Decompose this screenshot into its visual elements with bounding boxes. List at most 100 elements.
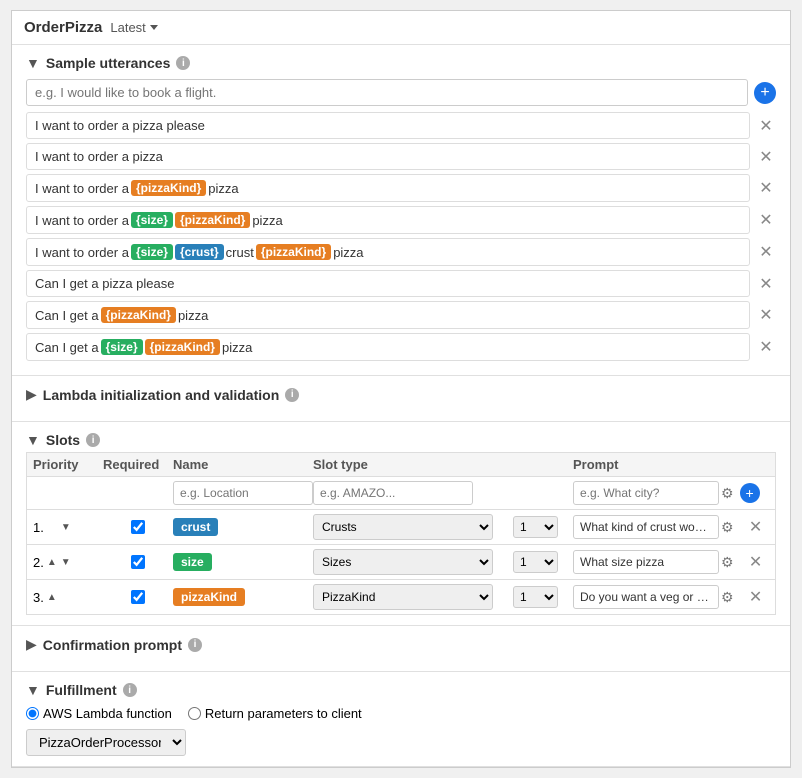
version-cell: 1 [513,586,573,608]
remove-utterance-button[interactable]: ✕ [756,305,776,325]
remove-utterance-button[interactable]: ✕ [756,116,776,136]
required-col-header: Required [103,457,173,472]
remove-utterance-button[interactable]: ✕ [756,210,776,230]
prompt-cell: What kind of crust would you [573,515,719,539]
slots-toggle: ▼ [26,432,40,448]
row-settings-button[interactable]: ⚙ [719,552,736,573]
header: OrderPizza Latest [12,11,790,45]
utterances-list: I want to order a pizza please✕ I want to… [26,112,776,361]
fulfillment-header[interactable]: ▼ Fulfillment i [26,682,776,698]
slot-row: 3.▲ pizzaKindPizzaKind 1 Do you want a veg … [26,580,776,615]
slot-type-cell: Crusts [313,514,513,540]
name-cell: pizzaKind [173,588,313,606]
row-actions: ⚙✕ [719,587,769,608]
name-cell: crust [173,518,313,536]
version-select[interactable]: 1 [513,586,558,608]
slot-type-select[interactable]: Sizes [313,549,493,575]
version-cell: 1 [513,551,573,573]
remove-utterance-button[interactable]: ✕ [756,337,776,357]
priority-col-header: Priority [33,457,103,472]
add-slot-button[interactable]: + [740,483,760,503]
return-option[interactable]: Return parameters to client [188,706,362,721]
row-settings-button[interactable]: ⚙ [719,587,736,608]
row-settings-button[interactable]: ⚙ [719,517,736,538]
lambda-info-icon: i [285,388,299,402]
priority-number: 3. [33,590,44,605]
slot-type-select[interactable]: PizzaKind [313,584,493,610]
utterance-row: Can I get a {size} {pizzaKind} pizza ✕ [26,333,776,361]
row-actions: ⚙✕ [719,517,769,538]
version-select[interactable]: 1 [513,551,558,573]
name-cell: size [173,553,313,571]
slot-tag-pizzaKind: {pizzaKind} [256,244,331,260]
slot-tag-pizzaKind: {pizzaKind} [175,212,250,228]
required-cell [103,520,173,534]
slot-row: 2.▲▼ sizeSizes 1 What size pizza⚙ ✕ [26,545,776,580]
move-up-button[interactable]: ▲ [46,591,58,604]
slot-type-cell: PizzaKind [313,584,513,610]
sample-utterances-header[interactable]: ▼ Sample utterances i [26,55,776,71]
priority-number: 2. [33,555,44,570]
utterance-text: I want to order a {size} {crust} crust {… [26,238,750,266]
fulfillment-info-icon: i [123,683,137,697]
lambda-option-label: AWS Lambda function [43,706,172,721]
lambda-radio[interactable] [26,707,39,720]
required-checkbox[interactable] [131,555,145,569]
move-down-button[interactable]: ▼ [60,521,72,534]
move-up-button[interactable]: ▲ [46,556,58,569]
slot-type-col-header: Slot type [313,457,513,472]
slot-name-input[interactable] [173,481,313,505]
main-container: OrderPizza Latest ▼ Sample utterances i … [11,10,791,768]
slot-prompt-input[interactable] [573,481,719,505]
prompt-cell: Do you want a veg or chees [573,585,719,609]
utterance-text: I want to order a pizza [26,143,750,170]
utterance-row: I want to order a pizza please✕ [26,112,776,139]
slots-table-header: Priority Required Name Slot type Prompt [26,452,776,477]
sample-utterances-section: ▼ Sample utterances i + I want to order … [12,45,790,376]
return-option-label: Return parameters to client [205,706,362,721]
utterance-input[interactable] [26,79,748,106]
remove-slot-button[interactable]: ✕ [746,552,766,572]
utterance-text: I want to order a {pizzaKind} pizza [26,174,750,202]
prompt-text: What kind of crust would you [573,515,719,539]
slots-header[interactable]: ▼ Slots i [26,432,776,448]
lambda-option[interactable]: AWS Lambda function [26,706,172,721]
slot-tag-pizzaKind: {pizzaKind} [101,307,176,323]
fulfillment-title: Fulfillment [46,682,117,698]
utterance-text: Can I get a {size} {pizzaKind} pizza [26,333,750,361]
move-down-button[interactable]: ▼ [60,556,72,569]
remove-slot-button[interactable]: ✕ [746,587,766,607]
priority-cell: 2.▲▼ [33,555,103,570]
remove-utterance-button[interactable]: ✕ [756,242,776,262]
utterance-row: I want to order a {pizzaKind} pizza ✕ [26,174,776,202]
version-select[interactable]: 1 [513,516,558,538]
confirmation-info-icon: i [188,638,202,652]
version-badge[interactable]: Latest [110,20,157,35]
utterance-row: Can I get a {pizzaKind} pizza✕ [26,301,776,329]
return-radio[interactable] [188,707,201,720]
slot-name-tag: crust [173,518,218,536]
slot-type-input[interactable] [313,481,473,505]
remove-utterance-button[interactable]: ✕ [756,274,776,294]
slots-rows: 1.▼crustCrusts1What kind of crust would … [26,510,776,615]
add-utterance-button[interactable]: + [754,82,776,104]
required-cell [103,555,173,569]
priority-cell: 3.▲ [33,590,103,605]
required-checkbox[interactable] [131,590,145,604]
remove-utterance-button[interactable]: ✕ [756,147,776,167]
required-cell [103,590,173,604]
settings-button[interactable]: ⚙ [719,483,736,504]
remove-utterance-button[interactable]: ✕ [756,178,776,198]
fulfillment-options: AWS Lambda function Return parameters to… [26,706,776,721]
slot-type-select[interactable]: Crusts [313,514,493,540]
confirmation-header[interactable]: ▶ Confirmation prompt i [26,636,776,653]
collapse-toggle-lambda: ▶ [26,386,37,403]
prompt-text: Do you want a veg or chees [573,585,719,609]
required-checkbox[interactable] [131,520,145,534]
confirmation-toggle: ▶ [26,636,37,653]
utterance-text: I want to order a {size} {pizzaKind} piz… [26,206,750,234]
prompt-text: What size pizza [573,550,719,574]
lambda-header[interactable]: ▶ Lambda initialization and validation i [26,386,776,403]
name-col-header: Name [173,457,313,472]
remove-slot-button[interactable]: ✕ [746,517,766,537]
